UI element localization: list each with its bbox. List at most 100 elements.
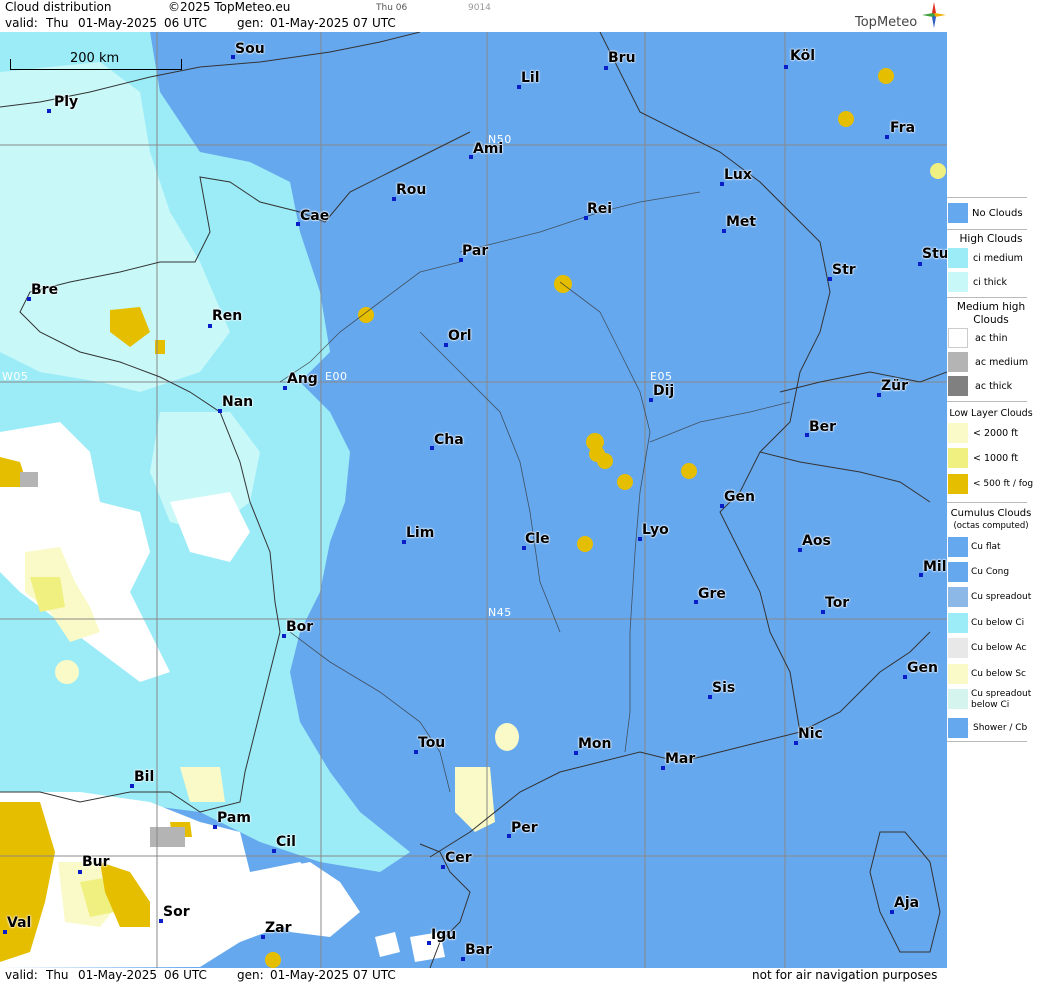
city-label-sor[interactable]: Sor [163,904,190,920]
city-label-lil[interactable]: Lil [521,70,540,86]
city-label-dij[interactable]: Dij [653,383,674,399]
footer-valid-date: 01-May-2025 [78,968,158,982]
legend-medium-header-2: Clouds [973,314,1009,326]
legend-cu-below-ac: Cu below Ac [971,643,1027,653]
city-label-fra[interactable]: Fra [890,120,915,136]
city-label-aja[interactable]: Aja [894,895,919,911]
city-label-gen2[interactable]: Gen [907,660,938,676]
small-day: Thu 06 [376,3,408,13]
map-layers [0,32,947,968]
city-label-nic[interactable]: Nic [798,726,823,742]
valid-date: 01-May-2025 [78,16,158,30]
swatch-cu-cong [948,562,968,582]
city-label-per[interactable]: Per [511,820,538,836]
city-label-igu[interactable]: Igu [431,927,456,943]
swatch-shower [948,718,968,738]
city-label-lyo[interactable]: Lyo [642,522,669,538]
city-label-val[interactable]: Val [7,915,31,931]
city-label-gen1[interactable]: Gen [724,489,755,505]
city-label-rou[interactable]: Rou [396,182,426,198]
city-label-bor[interactable]: Bor [286,619,313,635]
city-label-orl[interactable]: Orl [448,328,472,344]
grid-label-n45: N45 [488,606,512,619]
city-label-tou[interactable]: Tou [418,735,445,751]
swatch-cu-below-ci [948,613,968,633]
city-label-ren[interactable]: Ren [212,308,242,324]
gen-label: gen: [237,16,264,30]
city-label-par[interactable]: Par [462,243,488,259]
map-title: Cloud distribution [5,0,112,14]
swatch-no-clouds [948,203,968,223]
city-label-str[interactable]: Str [832,262,856,278]
city-label-rei[interactable]: Rei [587,201,612,217]
grid-label-e05: E05 [650,370,673,383]
swatch-ac-thin [948,328,968,348]
legend-ci-thick: ci thick [973,277,1007,288]
city-dot [208,324,212,328]
city-label-cle[interactable]: Cle [525,531,550,547]
city-label-ber[interactable]: Ber [809,419,836,435]
legend-high-header: High Clouds [959,233,1023,245]
swatch-lt1000 [948,448,968,468]
city-label-mar[interactable]: Mar [665,751,695,767]
footer-disclaimer: not for air navigation purposes [752,968,938,982]
city-label-cer[interactable]: Cer [445,850,472,866]
city-dot [885,135,889,139]
city-label-gre[interactable]: Gre [698,586,726,602]
swatch-cu-below-ac [948,638,968,658]
city-dot [78,870,82,874]
city-label-bar[interactable]: Bar [465,942,492,958]
legend-ac-medium: ac medium [975,357,1029,368]
city-label-pam[interactable]: Pam [217,810,251,826]
swatch-cu-below-sc [948,664,968,684]
grid-label-e00: E00 [325,370,348,383]
city-label-ply[interactable]: Ply [54,94,78,110]
compass-logo-icon [922,2,946,31]
city-label-sou[interactable]: Sou [235,41,265,57]
city-label-cha[interactable]: Cha [434,432,464,448]
city-label-bre[interactable]: Bre [31,282,58,298]
city-dot [47,109,51,113]
city-label-tor[interactable]: Tor [825,595,849,611]
swatch-ci-thick [948,272,968,292]
city-label-cil[interactable]: Cil [276,834,296,850]
legend-panel: No Clouds High Clouds ci medium ci thick… [947,0,1039,983]
city-label-zar[interactable]: Zar [265,920,292,936]
footer-gen-value: 01-May-2025 07 UTC [270,968,396,982]
legend-cu-spread-ci-2: below Ci [971,700,1010,710]
valid-label: valid: [5,16,38,30]
legend-lt2000: < 2000 ft [973,428,1019,439]
gen-value: 01-May-2025 07 UTC [270,16,396,30]
city-label-ami[interactable]: Ami [473,141,503,157]
city-label-aos[interactable]: Aos [802,533,831,549]
legend-ac-thick: ac thick [975,381,1013,392]
city-label-zur[interactable]: Zür [881,378,908,394]
city-dot [918,262,922,266]
city-label-ang[interactable]: Ang [287,371,318,387]
city-label-lim[interactable]: Lim [406,525,434,541]
map-footer: valid: Thu 01-May-2025 06 UTC gen: 01-Ma… [0,968,947,983]
city-label-bru[interactable]: Bru [608,50,636,66]
city-label-bil[interactable]: Bil [134,769,154,785]
city-label-kol[interactable]: Köl [790,48,815,64]
swatch-cu-flat [948,537,968,557]
city-label-bur[interactable]: Bur [82,854,110,870]
city-label-sis[interactable]: Sis [712,680,735,696]
legend-cu-spreadout: Cu spreadout [971,592,1032,602]
city-label-met[interactable]: Met [726,214,756,230]
copyright: ©2025 TopMeteo.eu [168,0,291,14]
rivers [279,191,791,793]
legend-cu-header-2: (octas computed) [953,521,1029,531]
cloud-map[interactable]: 200 km N50 N45 W05 E00 E05 Sou Bru Köl L… [0,32,947,968]
city-label-mil[interactable]: Mil [923,559,947,575]
city-label-stu[interactable]: Stu [922,246,947,262]
legend-cu-cong: Cu Cong [971,567,1010,577]
city-label-lux[interactable]: Lux [724,167,752,183]
city-label-cae[interactable]: Cae [300,208,329,224]
legend-low-header: Low Layer Clouds [949,408,1033,419]
legend-cu-below-ci: Cu below Ci [971,618,1025,628]
footer-valid-day: Thu [46,968,69,982]
valid-time: 06 UTC [164,16,207,30]
city-label-mon[interactable]: Mon [578,736,612,752]
city-label-nan[interactable]: Nan [222,394,253,410]
